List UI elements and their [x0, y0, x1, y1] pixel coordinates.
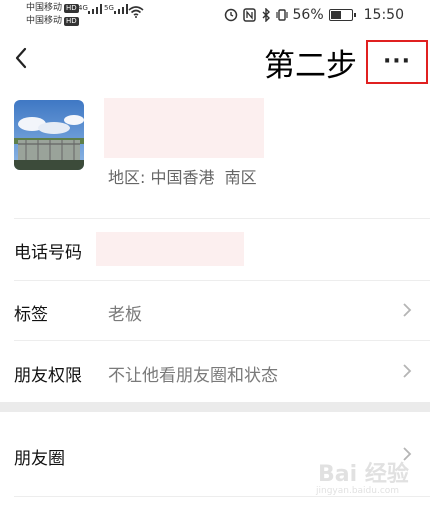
watermark-text: Bai 经验 — [318, 462, 409, 487]
bluetooth-icon — [262, 8, 270, 22]
status-right: 56% 15:50 — [224, 7, 404, 23]
baidu-watermark: Bai 经验 jingyan.baidu.com — [312, 448, 430, 506]
watermark-sub: jingyan.baidu.com — [316, 486, 400, 496]
divider — [14, 218, 430, 219]
signal-bars-icon — [113, 4, 128, 14]
carrier-info: 中国移动 HD 中国移动 HD — [26, 2, 79, 28]
tags-value: 老板 — [108, 305, 142, 325]
vibrate-icon — [275, 9, 288, 21]
section-gap — [0, 402, 430, 412]
carrier-2: 中国移动 — [26, 16, 63, 26]
alarm-icon — [224, 8, 237, 22]
nfc-icon — [242, 8, 256, 22]
hd-badge: HD — [64, 4, 79, 13]
clock: 15:50 — [363, 7, 404, 23]
phone-redacted — [96, 232, 244, 266]
avatar[interactable] — [14, 100, 84, 170]
signal-1: 4G — [78, 4, 102, 17]
more-icon[interactable]: ··· — [368, 51, 426, 73]
name-redacted — [104, 98, 264, 158]
carrier-1: 中国移动 — [26, 3, 63, 13]
more-button[interactable]: ··· — [366, 40, 428, 84]
tags-label: 标签 — [14, 305, 48, 325]
signal-2: 5G — [104, 4, 128, 17]
moments-label: 朋友圈 — [14, 449, 65, 469]
divider — [14, 280, 430, 281]
region-text: 地区: 中国香港 南区 — [108, 168, 257, 187]
chevron-left-icon[interactable] — [10, 44, 34, 72]
avatar-image — [14, 100, 84, 170]
battery-percent: 56% — [292, 7, 324, 23]
wifi-icon — [128, 6, 144, 18]
status-bar: 中国移动 HD 中国移动 HD 4G 5G 56% 15:50 — [0, 0, 430, 32]
step-annotation: 第二步 — [264, 48, 357, 84]
divider — [14, 340, 430, 341]
battery-icon — [328, 9, 356, 21]
permissions-value: 不让他看朋友圈和状态 — [108, 366, 278, 386]
permissions-label: 朋友权限 — [14, 366, 82, 386]
battery-fill — [330, 11, 342, 19]
phone-label: 电话号码 — [14, 243, 82, 263]
hd-badge: HD — [64, 17, 79, 26]
signal-bars-icon — [87, 4, 102, 14]
chevron-right-icon — [403, 364, 412, 378]
chevron-right-icon — [403, 303, 412, 317]
